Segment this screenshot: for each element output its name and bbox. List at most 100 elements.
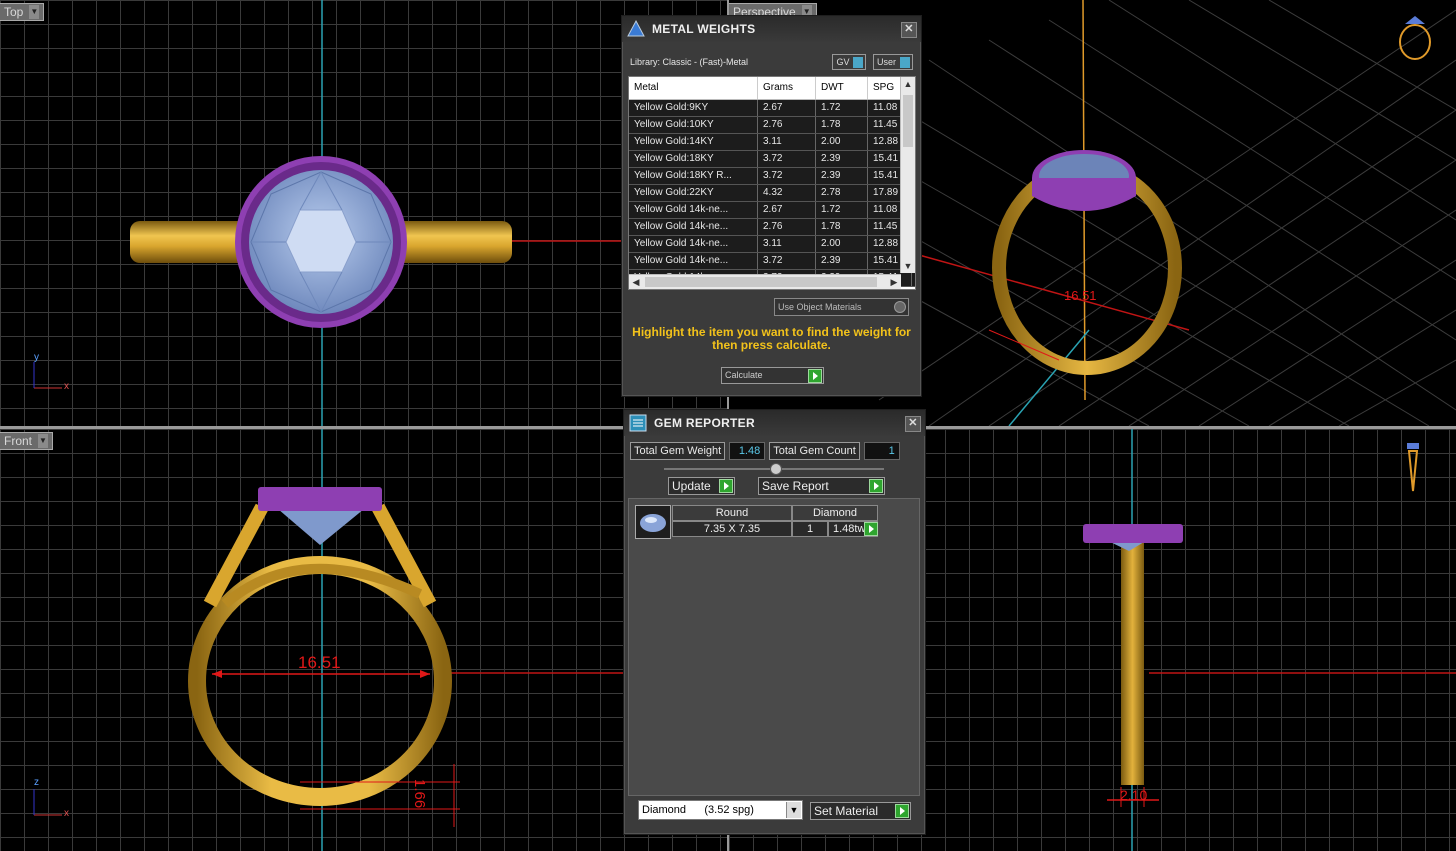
toggle-switch-icon <box>853 56 864 68</box>
chevron-down-icon[interactable]: ▼ <box>38 434 49 448</box>
gv-toggle[interactable]: GV <box>832 54 867 70</box>
gem-shape: Round <box>672 505 792 521</box>
library-label: Library: Classic - (Fast)-Metal <box>630 57 749 67</box>
viewport-label-top[interactable]: Top ▼ <box>0 3 45 21</box>
axis-x-label: x <box>64 808 69 819</box>
cell-metal: Yellow Gold 14k-ne... <box>629 253 758 269</box>
splitter-knob-icon[interactable] <box>770 463 782 475</box>
radio-icon[interactable] <box>894 301 906 313</box>
top-viewport[interactable]: Top ▼ y x <box>0 0 727 426</box>
cell-grams: 3.72 <box>758 168 816 184</box>
cell-metal: Yellow Gold:22KY <box>629 185 758 201</box>
close-icon[interactable]: ✕ <box>905 416 921 432</box>
close-icon[interactable]: ✕ <box>901 22 917 38</box>
cell-dwt: 2.39 <box>816 253 868 269</box>
metal-weights-panel: METAL WEIGHTS ✕ Library: Classic - (Fast… <box>621 15 922 397</box>
round-gem-icon <box>635 505 671 539</box>
right-width-dimension: 2.10 <box>1120 787 1148 803</box>
table-row[interactable]: Yellow Gold:22KY 4.32 2.78 17.89 <box>629 185 915 202</box>
horizontal-scrollbar[interactable]: ◀ ▶ <box>629 274 901 289</box>
gem-reporter-panel: GEM REPORTER ✕ Total Gem Weight 1.48 Tot… <box>623 409 926 835</box>
cell-metal: Yellow Gold 14k-ne... <box>629 202 758 218</box>
set-material-button[interactable]: Set Material <box>810 802 911 820</box>
scroll-up-icon[interactable]: ▲ <box>901 77 915 91</box>
play-icon[interactable] <box>869 479 883 493</box>
table-row[interactable]: Yellow Gold 14k-ne...3.722.3915.41 <box>629 253 915 270</box>
table-row[interactable]: Yellow Gold:14KY 3.11 2.00 12.88 <box>629 134 915 151</box>
cell-metal: Yellow Gold:18KY R... <box>629 168 758 184</box>
table-row[interactable]: Yellow Gold:9KY 2.67 1.72 11.08 <box>629 100 915 117</box>
cell-grams: 2.76 <box>758 219 816 235</box>
cell-metal: Yellow Gold 14k-ne... <box>629 219 758 235</box>
cell-grams: 2.67 <box>758 100 816 116</box>
cell-grams: 3.11 <box>758 236 816 252</box>
total-gem-count-label: Total Gem Count <box>769 442 860 460</box>
cell-grams: 2.67 <box>758 202 816 218</box>
gem-list[interactable]: Round Diamond 7.35 X 7.35 1 1.48tw <box>628 498 920 796</box>
cell-grams: 3.72 <box>758 253 816 269</box>
save-report-button[interactable]: Save Report <box>758 477 885 495</box>
column-header-grams[interactable]: Grams <box>758 77 816 99</box>
play-icon[interactable] <box>895 804 909 818</box>
play-icon[interactable] <box>808 369 822 383</box>
play-icon[interactable] <box>864 522 878 536</box>
metal-weights-icon <box>627 19 645 37</box>
scroll-right-icon[interactable]: ▶ <box>887 275 901 289</box>
table-row[interactable]: Yellow Gold 14k-ne... 3.11 2.00 12.88 <box>629 236 915 253</box>
metal-weights-titlebar[interactable]: METAL WEIGHTS ✕ <box>622 16 921 42</box>
table-row[interactable]: Yellow Gold:18KY R... 3.72 2.39 15.41 <box>629 168 915 185</box>
cell-grams: 4.32 <box>758 185 816 201</box>
cell-dwt: 2.39 <box>816 151 868 167</box>
column-header-metal[interactable]: Metal <box>629 77 758 99</box>
total-gem-weight-value: 1.48 <box>729 442 766 460</box>
gem-list-item[interactable]: Round Diamond 7.35 X 7.35 1 1.48tw <box>635 505 878 539</box>
viewport-label-front[interactable]: Front ▼ <box>0 432 54 450</box>
table-row[interactable]: Yellow Gold:18KY 3.72 2.39 15.41 <box>629 151 915 168</box>
material-select[interactable]: Diamond (3.52 spg) ▼ <box>638 800 803 820</box>
scroll-down-icon[interactable]: ▼ <box>901 259 915 273</box>
gem-count: 1 <box>792 521 828 537</box>
cell-grams: 3.11 <box>758 134 816 150</box>
total-gem-weight-label: Total Gem Weight <box>630 442 726 460</box>
use-object-materials-option[interactable]: Use Object Materials <box>774 298 909 316</box>
front-viewport[interactable]: 16.51 1.66 Front ▼ z x <box>0 429 727 851</box>
metal-weights-title: METAL WEIGHTS <box>652 22 756 36</box>
cell-metal: Yellow Gold:9KY <box>629 100 758 116</box>
calculate-hint: Highlight the item you want to find the … <box>632 325 911 352</box>
panel-splitter[interactable] <box>664 463 884 475</box>
axis-x-label: x <box>64 381 69 392</box>
table-row[interactable]: Yellow Gold 14k-ne... 2.76 1.78 11.45 <box>629 219 915 236</box>
toggle-switch-icon <box>900 56 910 68</box>
cell-dwt: 1.78 <box>816 219 868 235</box>
gem-weight: 1.48tw <box>828 521 878 537</box>
vertical-scrollbar[interactable]: ▲ ▼ <box>900 77 915 273</box>
update-button[interactable]: Update <box>668 477 735 495</box>
chevron-down-icon[interactable]: ▼ <box>786 802 801 818</box>
cell-dwt: 1.72 <box>816 100 868 116</box>
chevron-down-icon[interactable]: ▼ <box>29 5 40 19</box>
axis-y-label: y <box>34 352 39 363</box>
user-toggle[interactable]: User <box>872 54 913 70</box>
scroll-left-icon[interactable]: ◀ <box>629 275 643 289</box>
gem-material: Diamond <box>792 505 878 521</box>
top-view-scene <box>33 0 727 426</box>
gem-reporter-icon <box>629 414 647 432</box>
cell-grams: 2.76 <box>758 117 816 133</box>
gem-reporter-titlebar[interactable]: GEM REPORTER ✕ <box>624 410 925 436</box>
cell-metal: Yellow Gold 14k-ne... <box>629 236 758 252</box>
cell-metal: Yellow Gold:18KY <box>629 151 758 167</box>
cell-dwt: 2.39 <box>816 168 868 184</box>
cell-grams: 3.72 <box>758 151 816 167</box>
play-icon[interactable] <box>719 479 733 493</box>
axis-z-label: z <box>34 777 39 788</box>
cell-dwt: 2.78 <box>816 185 868 201</box>
cell-metal: Yellow Gold:10KY <box>629 117 758 133</box>
table-row[interactable]: Yellow Gold:10KY 2.76 1.78 11.45 <box>629 117 915 134</box>
gem-reporter-title: GEM REPORTER <box>654 416 755 430</box>
gem-size: 7.35 X 7.35 <box>672 521 792 537</box>
calculate-button[interactable]: Calculate <box>721 367 824 384</box>
cell-dwt: 1.72 <box>816 202 868 218</box>
metal-table[interactable]: Metal Grams DWT SPG Yellow Gold:9KY 2.67 1… <box>628 76 916 290</box>
column-header-dwt[interactable]: DWT <box>816 77 868 99</box>
table-row[interactable]: Yellow Gold 14k-ne... 2.67 1.72 11.08 <box>629 202 915 219</box>
